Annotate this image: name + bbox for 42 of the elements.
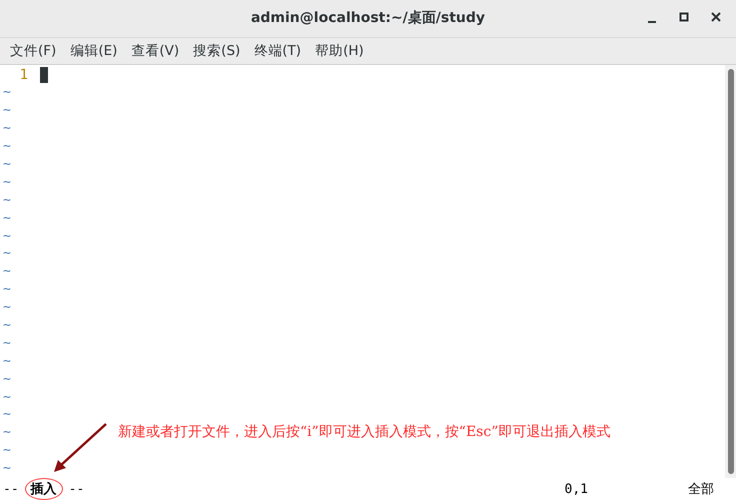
empty-line-marker: ~ xyxy=(2,334,11,353)
empty-line-marker: ~ xyxy=(2,174,11,192)
empty-line-marker: ~ xyxy=(2,263,11,282)
mode-dashes: -- xyxy=(3,482,19,496)
empty-line-marker: ~ xyxy=(2,316,11,335)
empty-line-marker: ~ xyxy=(2,192,11,210)
empty-line-marker: ~ xyxy=(2,424,11,442)
annotation-text: 新建或者打开文件，进入后按“i”即可进入插入模式，按“Esc”即可退出插入模式 xyxy=(118,423,610,441)
menu-item[interactable]: 查看(V) xyxy=(131,42,180,60)
menu-item[interactable]: 编辑(E) xyxy=(70,42,118,60)
maximize-icon[interactable] xyxy=(678,10,690,24)
text-cursor xyxy=(40,67,48,84)
menu-item[interactable]: 终端(T) xyxy=(254,42,302,60)
scroll-position: 全部 xyxy=(688,481,714,498)
menu-item[interactable]: 搜索(S) xyxy=(193,42,240,60)
annotation-arrow xyxy=(52,422,108,474)
empty-line-marker: ~ xyxy=(2,388,11,406)
empty-line-marker: ~ xyxy=(2,352,11,371)
empty-line-marker: ~ xyxy=(2,210,11,228)
cursor-position: 0,1 xyxy=(564,482,588,496)
scrollbar-thumb[interactable] xyxy=(728,68,734,474)
empty-line-marker: ~ xyxy=(2,442,11,460)
empty-line-marker: ~ xyxy=(2,281,11,300)
empty-line-marker: ~ xyxy=(2,102,11,120)
empty-line-marker: ~ xyxy=(2,245,11,264)
window-title: admin@localhost:~/桌面/study xyxy=(250,9,486,28)
mode-dashes: -- xyxy=(68,482,84,496)
empty-line-marker: ~ xyxy=(2,84,11,102)
line-number: 1 xyxy=(18,66,29,84)
mode-indicator: 插入 xyxy=(24,478,63,500)
empty-line-marker: ~ xyxy=(2,156,11,174)
close-icon[interactable] xyxy=(710,10,722,24)
empty-line-marker: ~ xyxy=(2,370,11,389)
scrollbar[interactable] xyxy=(725,64,736,478)
empty-line-marker: ~ xyxy=(2,406,11,424)
menu-item[interactable]: 文件(F) xyxy=(10,42,56,60)
empty-line-marker: ~ xyxy=(2,460,11,478)
empty-line-marker: ~ xyxy=(2,299,11,317)
empty-line-marker: ~ xyxy=(2,228,11,246)
menu-item[interactable]: 帮助(H) xyxy=(315,42,364,60)
empty-line-marker: ~ xyxy=(2,138,11,156)
empty-line-marker: ~ xyxy=(2,120,11,138)
